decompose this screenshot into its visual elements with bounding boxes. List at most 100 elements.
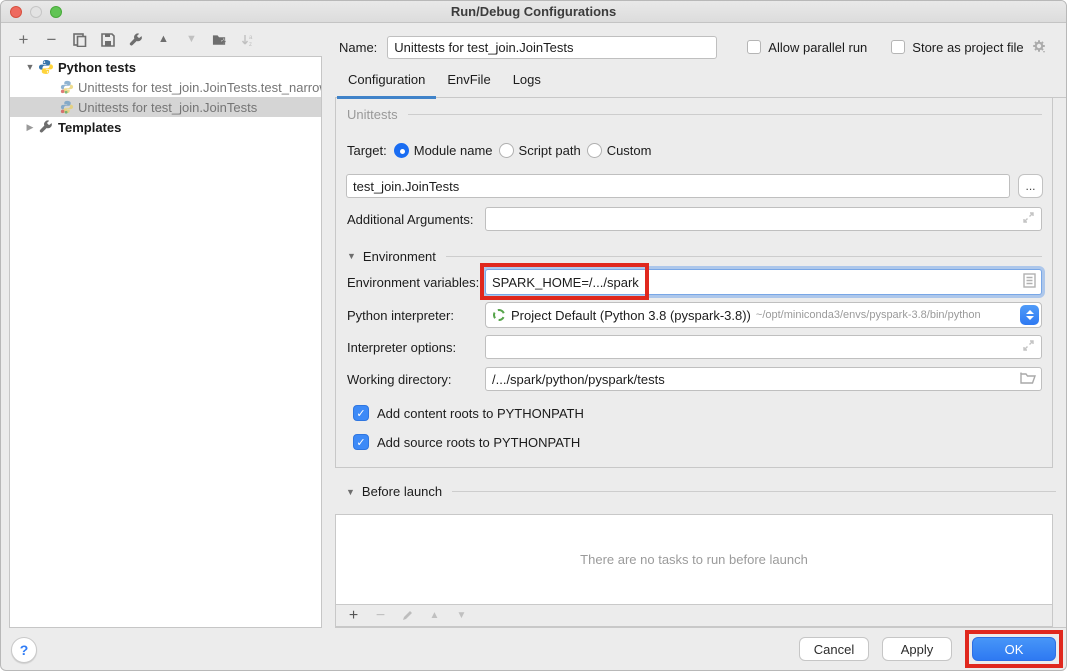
target-custom-label: Custom bbox=[607, 143, 652, 158]
allow-parallel-label: Allow parallel run bbox=[768, 40, 867, 55]
expand-field-icon[interactable] bbox=[1022, 339, 1035, 355]
python-interpreter-label: Python interpreter: bbox=[347, 308, 485, 323]
python-interpreter-row: Python interpreter: Project Default (Pyt… bbox=[347, 302, 1042, 328]
collapse-arrow-icon[interactable]: ▼ bbox=[26, 62, 35, 72]
additional-arguments-input[interactable] bbox=[485, 207, 1042, 231]
expand-arrow-icon[interactable]: ▶ bbox=[27, 122, 34, 133]
interpreter-options-input[interactable] bbox=[485, 335, 1042, 359]
svg-text:z: z bbox=[249, 42, 252, 47]
additional-arguments-row: Additional Arguments: bbox=[347, 207, 1042, 231]
traffic-lights bbox=[10, 6, 62, 18]
window-title: Run/Debug Configurations bbox=[451, 4, 616, 19]
source-roots-label: Add source roots to PYTHONPATH bbox=[377, 435, 580, 450]
source-roots-row: ✓ Add source roots to PYTHONPATH bbox=[353, 433, 1042, 451]
close-button[interactable] bbox=[10, 6, 22, 18]
interpreter-options-row: Interpreter options: bbox=[347, 335, 1042, 359]
before-launch-header[interactable]: ▼ Before launch bbox=[346, 484, 1056, 499]
environment-variables-row: Environment variables: bbox=[347, 269, 1042, 295]
configuration-editor: Name: Allow parallel run Store as projec… bbox=[335, 23, 1066, 628]
environment-variables-input[interactable] bbox=[485, 269, 1042, 295]
collapse-arrow-icon[interactable]: ▼ bbox=[346, 487, 355, 497]
copy-icon[interactable] bbox=[72, 32, 87, 47]
gear-icon[interactable] bbox=[1032, 39, 1050, 55]
section-divider bbox=[446, 256, 1042, 257]
move-down-icon: ▼ bbox=[184, 32, 199, 47]
working-directory-row: Working directory: bbox=[347, 367, 1042, 391]
sort-icon: az bbox=[240, 32, 255, 47]
add-icon[interactable]: + bbox=[16, 32, 31, 47]
environment-section-header[interactable]: ▼ Environment bbox=[347, 249, 1042, 263]
python-test-icon bbox=[60, 80, 74, 94]
name-row: Name: Allow parallel run Store as projec… bbox=[335, 23, 1066, 61]
tree-item-unittest-jointests-selected[interactable]: Unittests for test_join.JoinTests bbox=[10, 97, 321, 117]
zoom-button[interactable] bbox=[50, 6, 62, 18]
tab-configuration[interactable]: Configuration bbox=[337, 72, 436, 97]
new-folder-icon[interactable] bbox=[212, 32, 227, 47]
before-launch-empty-text: There are no tasks to run before launch bbox=[336, 515, 1052, 604]
svg-text:a: a bbox=[249, 35, 253, 41]
interpreter-value: Project Default (Python 3.8 (pyspark-3.8… bbox=[511, 308, 751, 323]
configurations-tree: ▼ Python tests Unittests for test_join.J… bbox=[9, 56, 322, 628]
dialog-footer: ? Cancel Apply OK bbox=[1, 628, 1066, 670]
working-directory-input[interactable] bbox=[485, 367, 1042, 391]
store-project-label: Store as project file bbox=[912, 40, 1023, 55]
highlight-ok-button: OK bbox=[965, 630, 1063, 668]
tree-item-templates[interactable]: ▶ Templates bbox=[10, 117, 321, 137]
env-list-icon[interactable] bbox=[1023, 273, 1036, 291]
source-roots-checkbox[interactable]: ✓ bbox=[353, 434, 369, 450]
browse-ellipsis-button[interactable]: ... bbox=[1018, 174, 1043, 198]
templates-wrench-icon bbox=[38, 119, 54, 135]
tab-envfile[interactable]: EnvFile bbox=[436, 72, 501, 97]
additional-arguments-label: Additional Arguments: bbox=[347, 212, 485, 227]
group-divider bbox=[408, 114, 1042, 115]
interpreter-options-label: Interpreter options: bbox=[347, 340, 485, 355]
configurations-sidebar: + − ▲ ▼ az ▼ bbox=[1, 23, 335, 628]
python-test-icon bbox=[60, 100, 74, 114]
select-spinner-icon[interactable] bbox=[1020, 305, 1039, 325]
before-launch-toolbar: + − ▲ ▼ bbox=[336, 604, 1052, 626]
interpreter-path: ~/opt/miniconda3/envs/pyspark-3.8/bin/py… bbox=[756, 309, 981, 321]
move-up-icon[interactable]: ▲ bbox=[156, 32, 171, 47]
wrench-icon[interactable] bbox=[128, 32, 143, 47]
working-directory-label: Working directory: bbox=[347, 372, 485, 387]
content-roots-label: Add content roots to PYTHONPATH bbox=[377, 406, 584, 421]
remove-icon[interactable]: − bbox=[44, 32, 59, 47]
target-module-name-radio[interactable] bbox=[394, 143, 409, 158]
folder-icon[interactable] bbox=[1020, 371, 1036, 387]
target-script-path-radio[interactable] bbox=[499, 143, 514, 158]
tab-bar: Configuration EnvFile Logs bbox=[335, 61, 1066, 98]
section-divider bbox=[452, 491, 1056, 492]
add-icon[interactable]: + bbox=[346, 608, 361, 623]
target-custom-radio[interactable] bbox=[587, 143, 602, 158]
environment-variables-label: Environment variables: bbox=[347, 275, 485, 290]
remove-icon: − bbox=[373, 608, 388, 623]
before-launch-label: Before launch bbox=[362, 484, 442, 499]
conda-env-icon bbox=[493, 309, 505, 321]
target-row: Target: Module name Script path Custom bbox=[347, 142, 1042, 158]
name-input[interactable] bbox=[387, 36, 717, 59]
python-interpreter-select[interactable]: Project Default (Python 3.8 (pyspark-3.8… bbox=[485, 302, 1042, 328]
expand-field-icon[interactable] bbox=[1022, 211, 1035, 227]
edit-pencil-icon bbox=[400, 608, 415, 623]
name-label: Name: bbox=[339, 40, 377, 55]
minimize-button bbox=[30, 6, 42, 18]
apply-button[interactable]: Apply bbox=[882, 637, 952, 661]
content-roots-checkbox[interactable]: ✓ bbox=[353, 405, 369, 421]
target-script-path-label: Script path bbox=[519, 143, 581, 158]
ok-button[interactable]: OK bbox=[972, 637, 1056, 661]
footer-buttons: Cancel Apply OK bbox=[799, 628, 1063, 670]
title-bar[interactable]: Run/Debug Configurations bbox=[1, 1, 1066, 23]
run-debug-configurations-dialog: Run/Debug Configurations + − ▲ ▼ az bbox=[0, 0, 1067, 671]
move-up-icon: ▲ bbox=[427, 608, 442, 623]
collapse-arrow-icon[interactable]: ▼ bbox=[347, 251, 356, 261]
help-button[interactable]: ? bbox=[11, 637, 37, 663]
before-launch-panel: There are no tasks to run before launch … bbox=[335, 514, 1053, 627]
allow-parallel-checkbox[interactable] bbox=[747, 40, 761, 54]
module-name-input[interactable] bbox=[346, 174, 1010, 198]
tab-logs[interactable]: Logs bbox=[502, 72, 552, 97]
tree-item-python-tests[interactable]: ▼ Python tests bbox=[10, 57, 321, 77]
cancel-button[interactable]: Cancel bbox=[799, 637, 869, 661]
store-project-checkbox[interactable] bbox=[891, 40, 905, 54]
tree-item-unittest-narrow[interactable]: Unittests for test_join.JoinTests.test_n… bbox=[10, 77, 321, 97]
save-icon[interactable] bbox=[100, 32, 115, 47]
